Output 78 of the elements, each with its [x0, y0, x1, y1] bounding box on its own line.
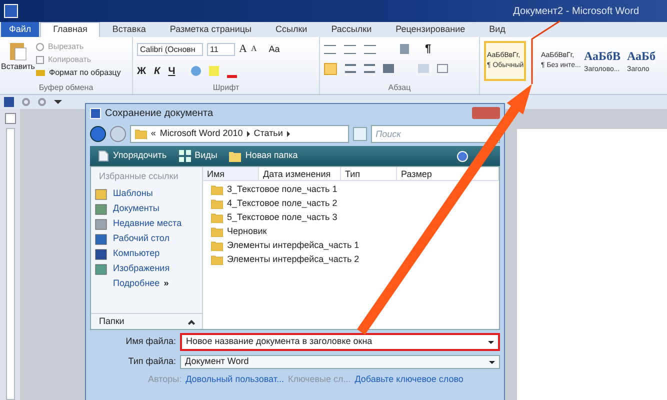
folder-icon — [134, 129, 147, 139]
address-bar[interactable]: « Microsoft Word 2010 Статьи — [130, 125, 349, 143]
authors-value[interactable]: Довольный пользоват... — [186, 373, 284, 386]
grid-icon — [178, 150, 191, 162]
format-painter-button[interactable]: Формат по образцу — [36, 67, 121, 79]
folder-row[interactable]: 5_Текстовое поле_часть 3 — [203, 211, 499, 225]
dropdown-caret-icon — [489, 360, 495, 364]
word-logo-icon — [90, 108, 101, 118]
nav-item[interactable]: Документы — [91, 202, 202, 216]
dropdown-caret-icon — [488, 340, 494, 344]
breadcrumb-item[interactable]: Microsoft Word 2010 — [160, 127, 243, 141]
folder-icon — [211, 199, 223, 209]
nav-item[interactable]: Изображения — [91, 262, 202, 276]
breadcrumb-item[interactable]: Статьи — [254, 127, 283, 141]
toolbar-button[interactable]: Виды — [178, 149, 218, 163]
folder-icon — [95, 188, 107, 200]
search-field[interactable]: Поиск — [370, 125, 500, 143]
ribbon-tab[interactable]: Вставка — [100, 22, 158, 37]
paste-button[interactable]: Вставить — [0, 41, 36, 82]
word-logo-icon — [4, 4, 18, 18]
more-link[interactable]: Подробнее — [113, 277, 160, 291]
change-case-button[interactable]: Aa — [268, 42, 280, 56]
folder-row[interactable]: Черновик — [203, 225, 499, 239]
expand-mark[interactable]: » — [164, 277, 169, 291]
chevron-icon[interactable] — [286, 131, 290, 137]
breadcrumb-overflow[interactable]: « — [150, 127, 156, 141]
nav-item[interactable]: Недавние места — [91, 216, 202, 232]
group-label: Буфер обмена — [38, 82, 94, 94]
column-header[interactable]: Тип — [341, 167, 397, 180]
ribbon-tab[interactable]: Вид — [477, 22, 518, 37]
format-toggle[interactable]: Ж — [137, 64, 146, 78]
ribbon-tab[interactable]: Разметка страницы — [158, 22, 264, 37]
ribbon-tab[interactable]: Ссылки — [264, 22, 320, 37]
folder-row[interactable]: Элементы интерфейса_часть 1 — [203, 239, 499, 253]
ribbon-tab[interactable]: Главная — [40, 22, 100, 37]
folders-bar[interactable]: Папки — [91, 313, 202, 329]
field-label: Авторы: — [148, 373, 182, 386]
filename-field[interactable]: Новое название документа в заголовке окна — [180, 333, 500, 351]
font-size-field[interactable]: 11 — [207, 42, 235, 56]
collapse-caret-icon — [188, 320, 196, 328]
keywords-value[interactable]: Добавьте ключевое слово — [354, 373, 464, 386]
group-label: Абзац — [387, 82, 412, 94]
field-label: Тип файла: — [127, 355, 176, 368]
folder-icon — [211, 227, 223, 237]
nav-item[interactable]: Шаблоны — [91, 186, 202, 202]
chevron-icon[interactable] — [246, 131, 250, 137]
format-toggle[interactable]: К — [154, 64, 160, 78]
grow-font-button[interactable]: A — [239, 41, 247, 58]
nav-item[interactable]: Рабочий стол — [91, 232, 202, 246]
window-title: Документ2 - Microsoft Word — [513, 4, 639, 18]
customize-caret-icon[interactable] — [54, 100, 62, 104]
dialog-title: Сохранение документа — [105, 106, 214, 120]
folder-row[interactable]: 3_Текстовое поле_часть 1 — [203, 183, 499, 197]
ribbon-tab[interactable]: Рассылки — [319, 22, 384, 37]
ribbon-tab[interactable]: Рецензирование — [384, 22, 478, 37]
column-header[interactable]: Имя — [203, 167, 259, 180]
folder-row[interactable]: 4_Текстовое поле_часть 2 — [203, 197, 499, 211]
font-name-field[interactable]: Calibri (Основн — [137, 42, 203, 56]
filetype-select[interactable]: Документ Word — [180, 355, 500, 369]
column-header[interactable]: Дата изменения — [259, 167, 341, 180]
field-label: Ключевые сл... — [288, 373, 351, 386]
toolbar-button[interactable]: Упорядочить — [98, 149, 167, 163]
show-marks-button[interactable]: ¶ — [425, 41, 432, 58]
nav-item[interactable]: Компьютер — [91, 246, 202, 262]
pane-heading: Избранные ссылки — [98, 170, 180, 183]
field-label: Имя файла: — [124, 335, 176, 348]
folder-icon — [211, 185, 223, 195]
group-label: Шрифт — [212, 82, 240, 94]
toolbar-button[interactable]: Новая папка — [229, 149, 298, 163]
page-icon — [98, 150, 109, 162]
folder-icon — [229, 150, 242, 162]
folder-icon — [211, 213, 223, 223]
format-toggle[interactable]: Ч — [168, 64, 176, 78]
folder-icon — [211, 255, 223, 265]
file-tab[interactable]: Файл — [1, 22, 40, 37]
folder-icon — [211, 241, 223, 251]
shrink-font-button[interactable]: A — [250, 43, 257, 56]
folder-row[interactable]: Элементы интерфейса_часть 2 — [203, 253, 499, 267]
